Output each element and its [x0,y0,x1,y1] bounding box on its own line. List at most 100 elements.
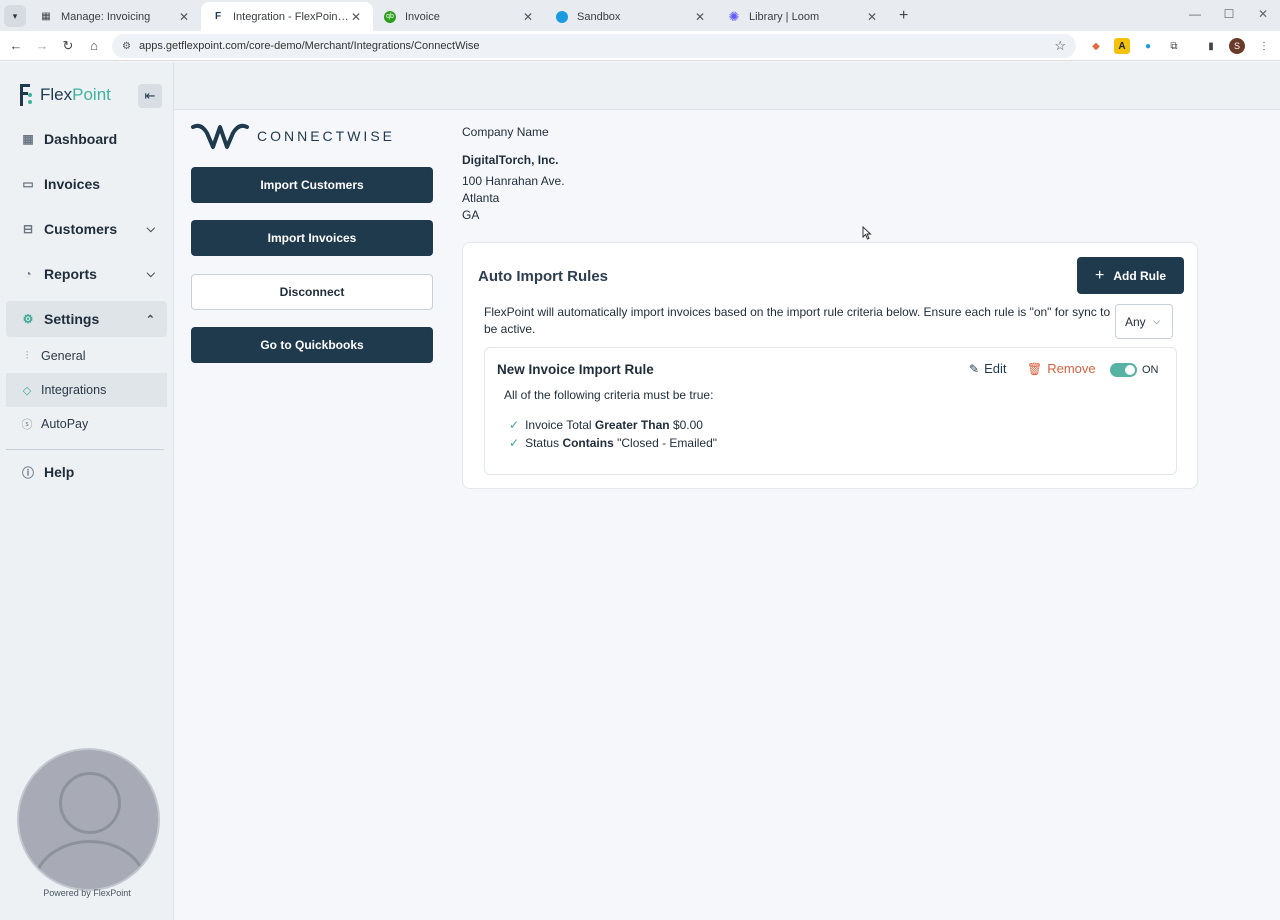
sidebar-item-label: Integrations [41,383,107,397]
extension-icon[interactable]: ● [1140,38,1156,54]
flexpoint-logo-icon [20,84,34,106]
side-panel-icon[interactable]: ▮ [1203,38,1219,54]
browser-menu-icon[interactable]: ⋮ [1256,38,1272,54]
integrations-icon: ◇ [22,384,32,397]
rules-description: FlexPoint will automatically import invo… [484,305,1111,336]
quickbooks-favicon-icon: qb [383,10,397,24]
check-icon: ✓ [509,436,520,450]
sidebar-item-general[interactable]: ⫶ General [6,339,167,373]
browser-tab[interactable]: ▦ Manage: Invoicing ✕ [29,2,201,31]
window-controls: — ☐ ✕ [1178,0,1280,31]
nav-label: Invoices [44,176,101,192]
nav-label: Reports [44,266,97,282]
import-invoices-button[interactable]: Import Invoices [191,220,433,256]
connectwise-logo-icon [191,123,249,149]
extension-icon[interactable]: A [1114,38,1130,54]
tab-title: Invoice [405,10,440,23]
reload-icon[interactable]: ↻ [55,38,81,54]
tab-title: Library | Loom [749,10,820,23]
close-window-icon[interactable]: ✕ [1246,0,1280,31]
flexpoint-logo[interactable]: FlexPoint [20,84,111,106]
nav-reports[interactable]: ◔ Reports ⌵ [6,256,167,292]
app-root: FlexPoint ⇤ ▦ Dashboard ▭ Invoices ⊟ Cus… [0,62,1280,920]
auto-import-rules-title: Auto Import Rules [478,268,608,285]
sidebar-item-integrations[interactable]: ◇ Integrations [6,373,167,407]
new-tab-icon[interactable]: + [899,7,908,25]
nav-label: Dashboard [44,131,118,147]
tab-title: Manage: Invoicing [61,10,151,23]
close-icon[interactable]: ✕ [693,10,707,24]
extensions-puzzle-icon[interactable]: ⧉ [1166,38,1182,54]
close-icon[interactable]: ✕ [349,10,363,24]
nav-label: Help [44,464,75,480]
chevron-up-icon: ⌃ [145,313,155,326]
chevron-down-icon: ⌵ [1153,316,1160,326]
site-info-icon[interactable]: ⚙ [122,41,131,52]
sliders-icon: ⫶ [25,349,29,362]
tab-title: Sandbox [577,10,621,23]
forward-icon[interactable]: → [29,38,55,53]
close-icon[interactable]: ✕ [865,10,879,24]
help-icon: ⓘ [21,465,34,480]
mouse-cursor-icon [862,226,872,240]
close-icon[interactable]: ✕ [521,10,535,24]
customers-icon: ⊟ [22,222,34,236]
nav-invoices[interactable]: ▭ Invoices [6,166,167,202]
sidebar-item-label: AutoPay [41,417,89,431]
browser-tab[interactable]: ✺ Library | Loom ✕ [717,2,889,31]
company-address: 100 Hanrahan Ave. [462,174,565,188]
criteria-operator: Contains [562,436,614,450]
maximize-icon[interactable]: ☐ [1212,0,1246,31]
browser-tab[interactable]: Sandbox ✕ [545,2,717,31]
nav-dashboard[interactable]: ▦ Dashboard [6,121,167,157]
import-customers-button[interactable]: Import Customers [191,167,433,203]
add-rule-button[interactable]: + Add Rule [1077,257,1184,294]
tab-search-chevron-icon[interactable]: ▾ [4,5,26,27]
criteria-item: ✓ Invoice Total Greater Than $0.00 [509,418,703,432]
bookmark-star-icon[interactable]: ☆ [1054,38,1066,54]
browser-tab-active[interactable]: F Integration - FlexPoint (Mercha ✕ [201,2,373,31]
browser-tab-bar: ▾ ▦ Manage: Invoicing ✕ F Integration - … [0,0,1280,31]
rule-name: New Invoice Import Rule [497,362,654,377]
collapse-sidebar-button[interactable]: ⇤ [138,84,162,108]
document-icon: ▭ [22,177,34,191]
nav-customers[interactable]: ⊟ Customers ⌵ [6,211,167,247]
profile-avatar[interactable]: S [1229,38,1245,54]
nav-help[interactable]: ⓘ Help [6,454,167,490]
nav-settings[interactable]: ⚙ Settings ⌃ [6,301,167,337]
connectwise-logo: CONNECTWISE [191,121,395,151]
extension-icon[interactable]: ◆ [1088,38,1104,54]
browser-tab[interactable]: qb Invoice ✕ [373,2,545,31]
rule-enabled-toggle[interactable] [1110,363,1137,377]
edit-rule-button[interactable]: ✎ Edit [969,361,1006,376]
user-avatar[interactable] [17,748,160,891]
powered-by-text: Powered by FlexPoint [43,888,131,898]
url-text: apps.getflexpoint.com/core-demo/Merchant… [138,40,480,52]
toggle-state-label: ON [1142,364,1159,376]
browser-address-bar: ← → ↻ ⌂ ⚙ apps.getflexpoint.com/core-dem… [0,31,1280,61]
nav-label: Settings [44,311,100,327]
minimize-icon[interactable]: — [1178,0,1212,31]
back-icon[interactable]: ← [3,38,29,53]
flexpoint-favicon-icon: F [214,11,222,22]
edit-label: Edit [984,361,1007,376]
sidebar-item-autopay[interactable]: ⓢ AutoPay [6,407,167,441]
criteria-intro: All of the following criteria must be tr… [504,388,714,402]
chevron-down-icon: ⌵ [146,222,155,235]
pencil-icon: ✎ [969,361,980,376]
import-rule-card: New Invoice Import Rule ✎ Edit 🗑 Remove … [484,347,1177,475]
disconnect-button[interactable]: Disconnect [191,274,433,310]
url-bar[interactable]: ⚙ apps.getflexpoint.com/core-demo/Mercha… [112,34,1076,58]
close-icon[interactable]: ✕ [177,10,191,24]
check-icon: ✓ [509,418,520,432]
chevron-down-icon: ⌵ [146,267,155,280]
go-to-quickbooks-button[interactable]: Go to Quickbooks [191,327,433,363]
home-icon[interactable]: ⌂ [81,38,107,53]
grid-icon: ▦ [41,11,51,22]
gear-icon: ⚙ [22,312,34,326]
sidebar-divider [6,449,164,450]
toggle-knob [1125,365,1135,375]
match-mode-select[interactable]: Any ⌵ [1115,304,1173,339]
dollar-icon: ⓢ [21,419,33,431]
remove-rule-button[interactable]: 🗑 Remove [1027,361,1096,376]
